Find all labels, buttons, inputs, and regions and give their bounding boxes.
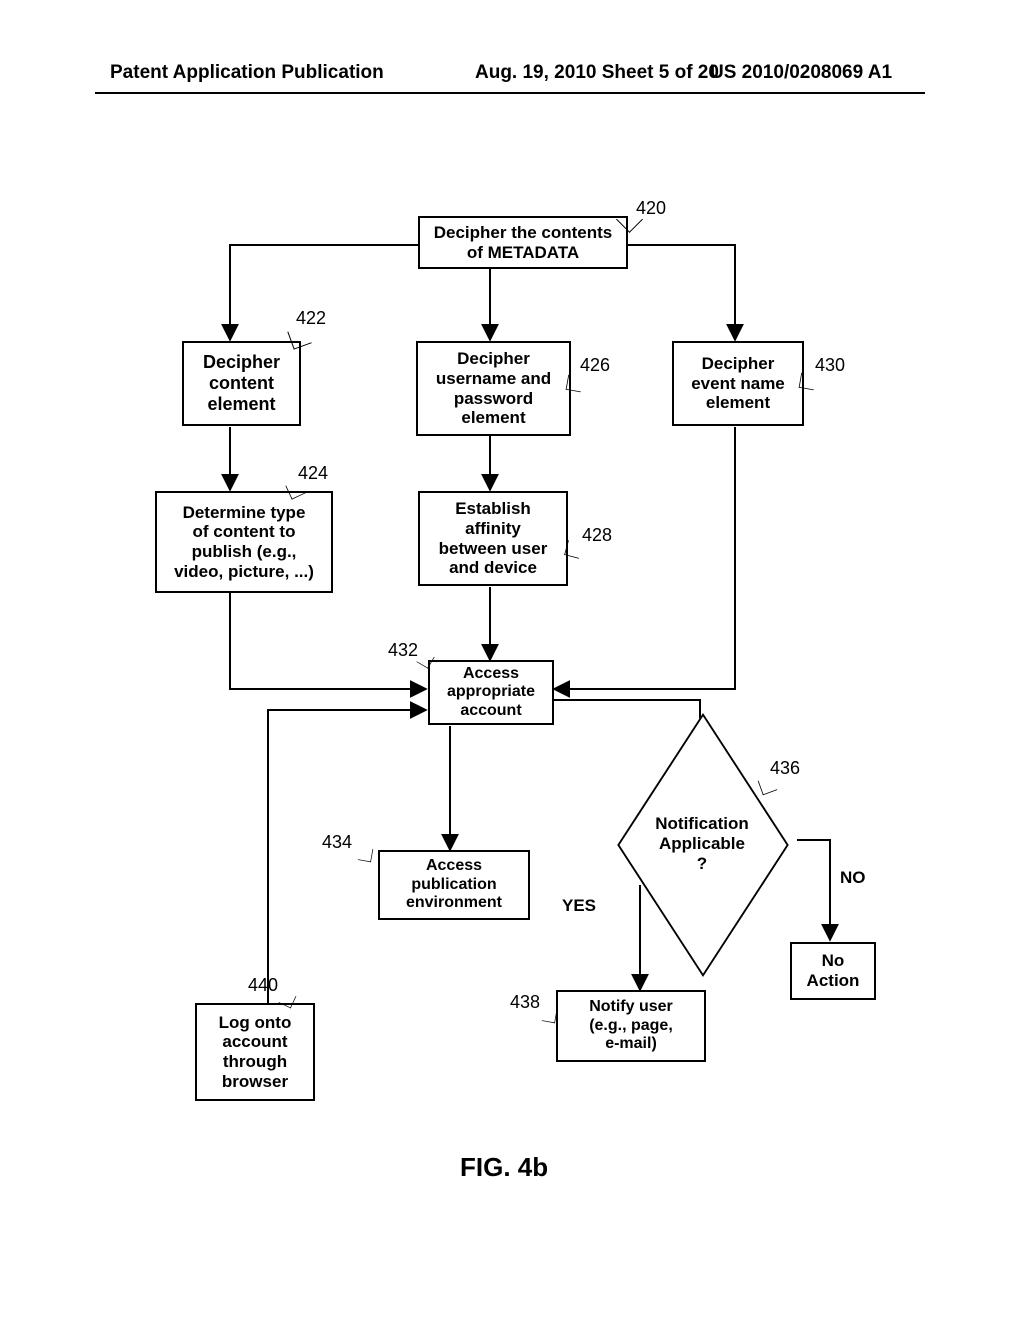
- node-log-browser: Log onto account through browser: [195, 1003, 315, 1101]
- node-text: Access appropriate account: [447, 665, 535, 720]
- ref-424: 424: [298, 463, 328, 484]
- figure-label: FIG. 4b: [460, 1152, 548, 1183]
- node-text: Notify user (e.g., page, e-mail): [589, 998, 673, 1053]
- node-text: Decipher username and password element: [436, 349, 551, 427]
- ref-426: 426: [580, 355, 610, 376]
- ref-430: 430: [815, 355, 845, 376]
- header-pubnum: US 2010/0208069 A1: [710, 62, 892, 84]
- node-determine-type: Determine type of content to publish (e.…: [155, 491, 333, 593]
- node-text: Establish affinity between user and devi…: [439, 499, 548, 577]
- node-decipher-event: Decipher event name element: [672, 341, 804, 426]
- ref-434: 434: [322, 832, 352, 853]
- node-text: Access publication environment: [406, 857, 502, 912]
- node-establish-affinity: Establish affinity between user and devi…: [418, 491, 568, 586]
- node-decipher-username: Decipher username and password element: [416, 341, 571, 436]
- label-no: NO: [840, 868, 866, 888]
- header-divider: [95, 92, 925, 94]
- node-no-action: No Action: [790, 942, 876, 1000]
- ref-420: 420: [636, 198, 666, 219]
- decision-notification: Notification Applicable ?: [626, 768, 780, 922]
- node-access-account: Access appropriate account: [428, 660, 554, 725]
- node-decipher-content: Decipher content element: [182, 341, 301, 426]
- ref-430-tick: [799, 373, 817, 391]
- ref-432: 432: [388, 640, 418, 661]
- node-text: Decipher event name element: [691, 354, 785, 413]
- ref-438-tick: [542, 1008, 557, 1023]
- ref-440: 440: [248, 975, 278, 996]
- ref-426-tick: [566, 375, 584, 393]
- node-text: Determine type of content to publish (e.…: [174, 503, 314, 581]
- ref-434-tick: [358, 847, 373, 862]
- ref-436: 436: [770, 758, 800, 779]
- node-access-pubenv: Access publication environment: [378, 850, 530, 920]
- node-decipher-metadata: Decipher the contents of METADATA: [418, 216, 628, 269]
- header-date-sheet: Aug. 19, 2010 Sheet 5 of 20: [475, 62, 719, 84]
- header-publication: Patent Application Publication: [110, 62, 384, 84]
- node-text: Decipher the contents of METADATA: [434, 223, 613, 262]
- label-yes: YES: [562, 896, 596, 916]
- ref-428: 428: [582, 525, 612, 546]
- node-text: Log onto account through browser: [219, 1013, 292, 1091]
- node-text: Decipher content element: [203, 352, 280, 414]
- decision-text: Notification Applicable ?: [655, 814, 749, 874]
- ref-438: 438: [510, 992, 540, 1013]
- node-notify-user: Notify user (e.g., page, e-mail): [556, 990, 706, 1062]
- node-text: No Action: [807, 951, 860, 990]
